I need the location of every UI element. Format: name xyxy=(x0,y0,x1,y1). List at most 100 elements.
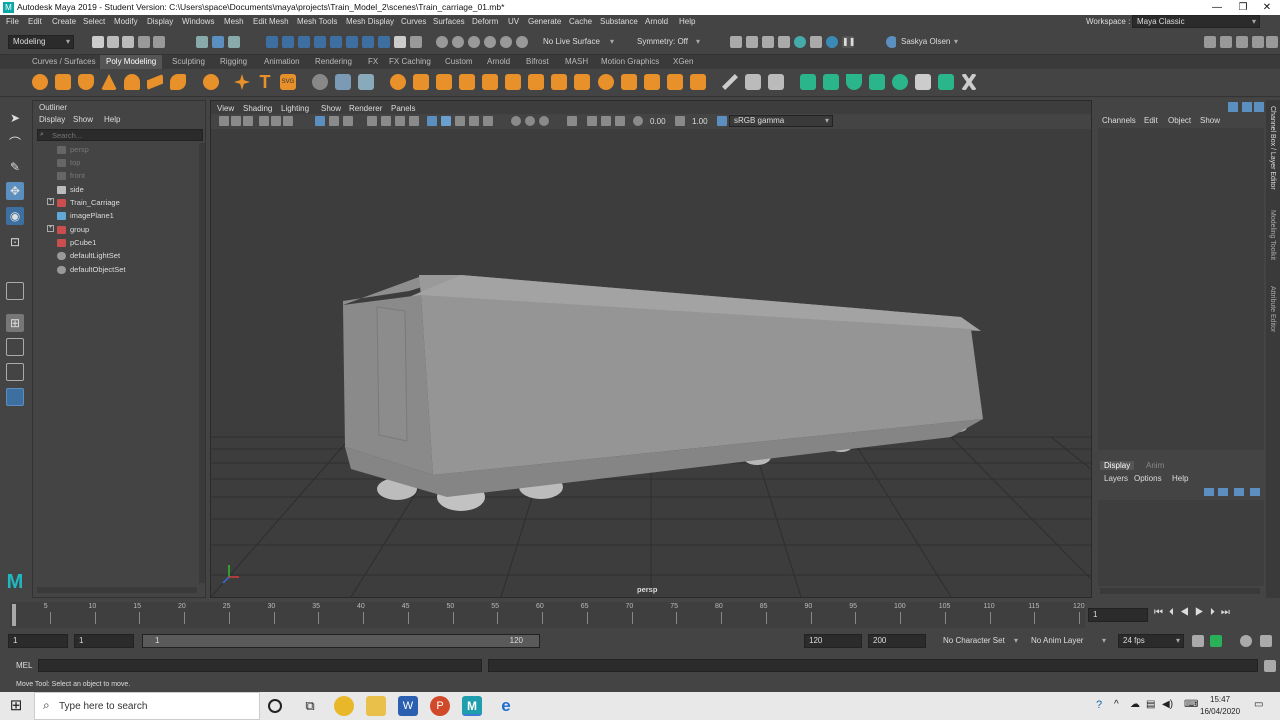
circularize-icon[interactable] xyxy=(598,74,614,90)
motion-blur-icon[interactable] xyxy=(539,116,549,126)
wedge-icon[interactable] xyxy=(551,74,567,90)
outliner-item-top[interactable]: top xyxy=(57,156,80,169)
select-tool-icon[interactable]: ➤ xyxy=(6,109,24,127)
exposure-field[interactable]: 0.00 xyxy=(645,115,673,127)
safe-action-icon[interactable] xyxy=(395,116,405,126)
menu-surfaces[interactable]: Surfaces xyxy=(433,17,465,26)
onedrive-icon[interactable]: ☁ xyxy=(1130,699,1140,710)
detach-icon[interactable] xyxy=(690,74,706,90)
isolate-select-icon[interactable] xyxy=(567,116,577,126)
move-layer-down-icon[interactable] xyxy=(1218,488,1228,496)
language-icon[interactable]: ⌨ xyxy=(1184,699,1198,710)
train-carriage-model[interactable] xyxy=(343,275,983,511)
shelf-tab-fx-caching[interactable]: FX Caching xyxy=(389,57,431,66)
outliner-item-imageplane1[interactable]: imagePlane1 xyxy=(57,209,114,222)
show-hidden-icons-icon[interactable]: ^ xyxy=(1114,699,1119,710)
shelf-tab-xgen[interactable]: XGen xyxy=(673,57,693,66)
menu-curves[interactable]: Curves xyxy=(401,17,426,26)
safe-title-icon[interactable] xyxy=(409,116,419,126)
menu-file[interactable]: File xyxy=(6,17,19,26)
render-settings-icon[interactable] xyxy=(778,36,790,48)
taskbar-time[interactable]: 15:47 xyxy=(1210,695,1230,704)
step-back-key-icon[interactable]: ⏴ xyxy=(1169,607,1180,618)
shelf-tab-poly-modeling[interactable]: Poly Modeling xyxy=(100,55,163,69)
arnold-render-icon[interactable] xyxy=(826,36,838,48)
modeling-toolkit-toggle-icon[interactable] xyxy=(1204,36,1216,48)
render-current-frame-icon[interactable] xyxy=(746,36,758,48)
insert-edge-loop-icon[interactable] xyxy=(745,74,761,90)
playback-end-field[interactable]: 120 xyxy=(804,634,862,648)
smooth-icon[interactable] xyxy=(358,74,374,90)
outliner-item-pcube1[interactable]: pCube1 xyxy=(57,236,96,249)
menu-deform[interactable]: Deform xyxy=(472,17,498,26)
snap-view-plane-icon[interactable] xyxy=(484,36,496,48)
boolean-union-icon[interactable] xyxy=(390,74,406,90)
field-chart-icon[interactable] xyxy=(381,116,391,126)
play-forward-icon[interactable]: ▶ xyxy=(1195,607,1210,618)
grid-toggle-icon[interactable] xyxy=(315,116,325,126)
automatic-mapping-icon[interactable] xyxy=(938,74,954,90)
extrude-icon[interactable] xyxy=(413,74,429,90)
outliner-menu-show[interactable]: Show xyxy=(73,115,93,124)
close-button[interactable]: ✕ xyxy=(1254,0,1280,15)
smooth-shade-icon[interactable] xyxy=(441,116,451,126)
anim-layer-dropdown[interactable]: No Anim Layer xyxy=(1026,634,1110,648)
viewport-menu-show[interactable]: Show xyxy=(321,104,341,113)
move-layer-up-icon[interactable] xyxy=(1204,488,1214,496)
select-component-icon[interactable] xyxy=(228,36,240,48)
step-back-frame-icon[interactable]: ◀ xyxy=(1180,607,1195,618)
menu-edit-mesh[interactable]: Edit Mesh xyxy=(253,17,289,26)
chrome-icon[interactable] xyxy=(334,696,354,716)
two-d-pan-zoom-icon[interactable] xyxy=(271,116,281,126)
menu-set-dropdown[interactable]: Modeling xyxy=(8,35,74,49)
workspace-dropdown[interactable]: Maya Classic xyxy=(1132,15,1260,28)
auto-key-icon[interactable] xyxy=(1210,635,1222,647)
new-layer-selected-icon[interactable] xyxy=(1250,488,1260,496)
image-plane-toggle-icon[interactable] xyxy=(259,116,269,126)
layer-scrollbar[interactable] xyxy=(1100,588,1260,594)
menu-substance[interactable]: Substance xyxy=(600,17,638,26)
playback-start-field[interactable]: 1 xyxy=(74,634,134,648)
windows-start-icon[interactable]: ⊞ xyxy=(6,696,26,716)
layer-menu-options[interactable]: Options xyxy=(1134,474,1162,483)
outliner-item-defaultobjectset[interactable]: defaultObjectSet xyxy=(57,263,125,276)
outliner-search-input[interactable] xyxy=(37,129,203,141)
menu-create[interactable]: Create xyxy=(52,17,76,26)
scene-view[interactable] xyxy=(211,129,1091,597)
connect-icon[interactable] xyxy=(667,74,683,90)
animation-end-field[interactable]: 200 xyxy=(868,634,926,648)
cortana-icon[interactable] xyxy=(268,699,282,713)
outliner-item-front[interactable]: front xyxy=(57,169,85,182)
select-by-joint-icon[interactable] xyxy=(282,36,294,48)
save-scene-icon[interactable] xyxy=(122,36,134,48)
outliner-item-side[interactable]: side xyxy=(57,183,84,196)
menu-uv[interactable]: UV xyxy=(508,17,519,26)
grease-pencil-icon[interactable] xyxy=(283,116,293,126)
wireframe-icon[interactable] xyxy=(427,116,437,126)
xray-joints-icon[interactable] xyxy=(601,116,611,126)
outliner-layout-icon[interactable] xyxy=(6,388,24,406)
add-divisions-icon[interactable] xyxy=(505,74,521,90)
reverse-icon[interactable] xyxy=(823,74,839,90)
collapse-icon[interactable] xyxy=(621,74,637,90)
menu-select[interactable]: Select xyxy=(83,17,105,26)
gamma-icon[interactable] xyxy=(675,116,685,126)
viewport-menu-shading[interactable]: Shading xyxy=(243,104,272,113)
script-editor-icon[interactable] xyxy=(1264,660,1276,672)
bridge-icon[interactable] xyxy=(436,74,452,90)
use-all-lights-icon[interactable] xyxy=(483,116,493,126)
ipr-render-icon[interactable] xyxy=(762,36,774,48)
new-scene-icon[interactable] xyxy=(92,36,104,48)
menu-generate[interactable]: Generate xyxy=(528,17,561,26)
conform-icon[interactable] xyxy=(846,74,862,90)
outliner-vertical-scrollbar[interactable] xyxy=(199,143,205,583)
outliner-item-defaultlightset[interactable]: defaultLightSet xyxy=(57,249,120,262)
bookmarks-icon[interactable] xyxy=(243,116,253,126)
viewport-menu-panels[interactable]: Panels xyxy=(391,104,415,113)
panel-float-icon[interactable] xyxy=(1228,102,1238,112)
open-scene-icon[interactable] xyxy=(107,36,119,48)
select-by-render-icon[interactable] xyxy=(362,36,374,48)
current-frame-field[interactable]: 1 xyxy=(1088,608,1148,622)
mirror-icon[interactable] xyxy=(800,74,816,90)
user-account-dropdown[interactable]: Saskya Olsen xyxy=(896,35,962,49)
